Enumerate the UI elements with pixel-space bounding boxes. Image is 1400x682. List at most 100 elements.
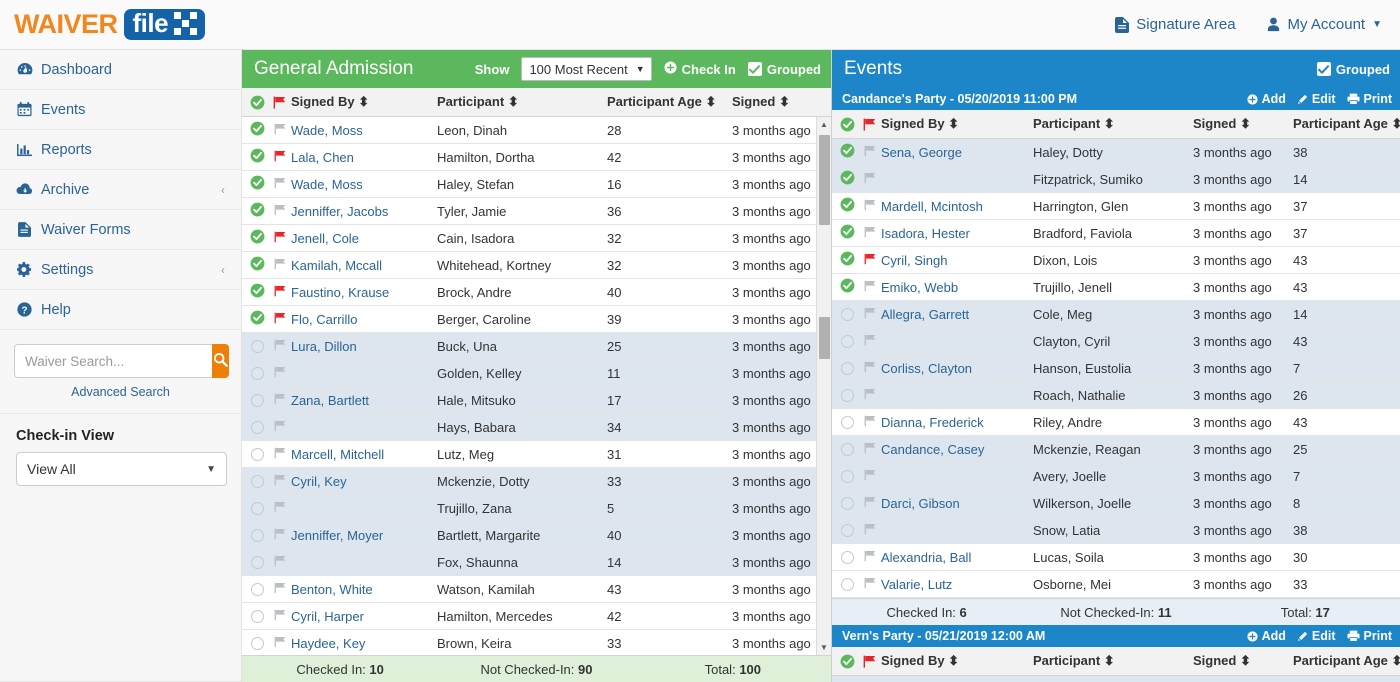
table-row[interactable]: Jenniffer, MoyerBartlett, Margarite403 m… (242, 522, 816, 549)
cell-signed-by[interactable]: Wade, Moss (291, 123, 437, 138)
cell-signed-by[interactable]: Alexandria, Ball (881, 550, 1033, 565)
checked-in-icon[interactable] (840, 278, 855, 296)
checked-in-icon[interactable] (250, 310, 265, 328)
my-account-menu[interactable]: My Account ▼ (1266, 16, 1382, 33)
table-row[interactable]: Jenell, ColeCain, Isadora323 months ago (242, 225, 816, 252)
advanced-search-link[interactable]: Advanced Search (14, 385, 227, 399)
row-checkin-cell[interactable] (832, 551, 859, 564)
cell-signed-by[interactable]: Wade, Moss (291, 177, 437, 192)
row-flag-cell[interactable] (269, 393, 291, 408)
table-row[interactable]: Candance, CaseyMckenzie, Reagan3 months … (832, 436, 1400, 463)
row-checkin-cell[interactable] (832, 497, 859, 510)
row-checkin-cell[interactable] (832, 362, 859, 375)
table-row[interactable]: Emiko, WebbTrujillo, Jenell3 months ago4… (832, 274, 1400, 301)
table-row[interactable]: Marcell, MitchellLutz, Meg313 months ago (242, 441, 816, 468)
row-flag-cell[interactable] (859, 388, 881, 403)
column-header-participant[interactable]: Participant ⬍ (437, 94, 607, 110)
row-flag-cell[interactable] (269, 204, 291, 219)
not-checked-in-icon[interactable] (841, 389, 854, 402)
flag-grey-icon[interactable] (274, 204, 287, 219)
show-count-select[interactable]: 100 Most Recent ▼ (521, 57, 651, 81)
cell-signed-by[interactable]: Zana, Bartlett (291, 393, 437, 408)
row-checkin-cell[interactable] (242, 637, 269, 650)
sidebar-item-help[interactable]: ? Help (0, 290, 241, 330)
column-header-participant-age[interactable]: Participant Age ⬍ (1293, 653, 1400, 669)
row-checkin-cell[interactable] (832, 389, 859, 402)
cell-signed-by[interactable]: Jenniffer, Moyer (291, 528, 437, 543)
flag-grey-icon[interactable] (274, 474, 287, 489)
sidebar-item-events[interactable]: Events (0, 90, 241, 130)
cell-signed-by[interactable]: Valarie, Lutz (881, 577, 1033, 592)
table-row[interactable]: Kamilah, MccallWhitehead, Kortney323 mon… (242, 252, 816, 279)
cell-signed-by[interactable]: Cyril, Singh (881, 253, 1033, 268)
row-checkin-cell[interactable] (242, 502, 269, 515)
flag-grey-icon[interactable] (864, 469, 877, 484)
flag-grey-icon[interactable] (274, 582, 287, 597)
row-flag-cell[interactable] (859, 550, 881, 565)
flag-grey-icon[interactable] (864, 199, 877, 214)
table-row[interactable]: Fox, Shaunna143 months ago (242, 549, 816, 576)
signature-area-link[interactable]: Signature Area (1115, 16, 1235, 33)
scroll-up-arrow-icon[interactable]: ▲ (817, 117, 831, 132)
flag-grey-icon[interactable] (864, 496, 877, 511)
checked-in-icon[interactable] (250, 175, 265, 193)
not-checked-in-icon[interactable] (841, 308, 854, 321)
row-flag-cell[interactable] (859, 442, 881, 457)
flag-grey-icon[interactable] (864, 388, 877, 403)
row-checkin-cell[interactable] (242, 367, 269, 380)
flag-grey-icon[interactable] (864, 172, 877, 187)
table-row[interactable]: Darci, GibsonWilkerson, Joelle3 months a… (832, 490, 1400, 517)
table-row[interactable]: Corliss, ClaytonHanson, Eustolia3 months… (832, 355, 1400, 382)
search-button[interactable] (212, 344, 229, 378)
cell-signed-by[interactable]: Dianna, Frederick (881, 415, 1033, 430)
flag-grey-icon[interactable] (274, 501, 287, 516)
row-checkin-cell[interactable] (242, 121, 269, 139)
row-flag-cell[interactable] (269, 123, 291, 138)
flag-grey-icon[interactable] (864, 226, 877, 241)
not-checked-in-icon[interactable] (251, 610, 264, 623)
column-header-signed[interactable]: Signed ⬍ (732, 94, 840, 110)
row-checkin-cell[interactable] (242, 310, 269, 328)
row-flag-cell[interactable] (859, 253, 881, 268)
row-flag-cell[interactable] (859, 226, 881, 241)
row-flag-cell[interactable] (859, 361, 881, 376)
not-checked-in-icon[interactable] (251, 583, 264, 596)
table-row[interactable]: Alexandria, BallLucas, Soila3 months ago… (832, 544, 1400, 571)
cell-signed-by[interactable]: Isadora, Hester (881, 226, 1033, 241)
table-row[interactable]: Isadora, HesterBradford, Faviola3 months… (832, 220, 1400, 247)
not-checked-in-icon[interactable] (251, 394, 264, 407)
column-header-signed-by[interactable]: Signed By ⬍ (291, 94, 437, 110)
row-checkin-cell[interactable] (242, 175, 269, 193)
table-row[interactable]: Wade, MossLeon, Dinah283 months ago (242, 117, 816, 144)
row-flag-cell[interactable] (269, 285, 291, 300)
cell-signed-by[interactable]: Mardell, Mcintosh (881, 199, 1033, 214)
not-checked-in-icon[interactable] (251, 529, 264, 542)
flag-red-icon[interactable] (274, 285, 287, 300)
row-checkin-cell[interactable] (242, 340, 269, 353)
row-checkin-cell[interactable] (832, 278, 859, 296)
checked-in-icon[interactable] (250, 256, 265, 274)
checked-in-icon[interactable] (840, 197, 855, 215)
not-checked-in-icon[interactable] (251, 475, 264, 488)
table-row[interactable]: Sena, GeorgeHaley, Dotty3 months ago38 (832, 139, 1400, 166)
table-row[interactable]: Allegra, GarrettCole, Meg3 months ago14 (832, 301, 1400, 328)
not-checked-in-icon[interactable] (841, 335, 854, 348)
not-checked-in-icon[interactable] (251, 502, 264, 515)
app-logo[interactable]: WAIVER file (0, 9, 242, 40)
row-checkin-cell[interactable] (242, 148, 269, 166)
cell-signed-by[interactable]: Haydee, Key (291, 636, 437, 651)
cell-signed-by[interactable]: Marcell, Mitchell (291, 447, 437, 462)
sidebar-item-archive[interactable]: Archive ‹ (0, 170, 241, 210)
event-print-button[interactable]: Print (1347, 629, 1392, 643)
row-checkin-cell[interactable] (242, 202, 269, 220)
row-flag-cell[interactable] (859, 334, 881, 349)
row-checkin-cell[interactable] (832, 335, 859, 348)
flag-grey-icon[interactable] (274, 366, 287, 381)
column-header-participant-age[interactable]: Participant Age ⬍ (1293, 116, 1400, 132)
table-row[interactable]: Avery, Joelle3 months ago7 (832, 463, 1400, 490)
row-flag-cell[interactable] (859, 496, 881, 511)
row-flag-cell[interactable] (269, 636, 291, 651)
row-checkin-cell[interactable] (832, 170, 859, 188)
column-header-signed[interactable]: Signed ⬍ (1193, 653, 1293, 669)
flag-grey-icon[interactable] (274, 258, 287, 273)
